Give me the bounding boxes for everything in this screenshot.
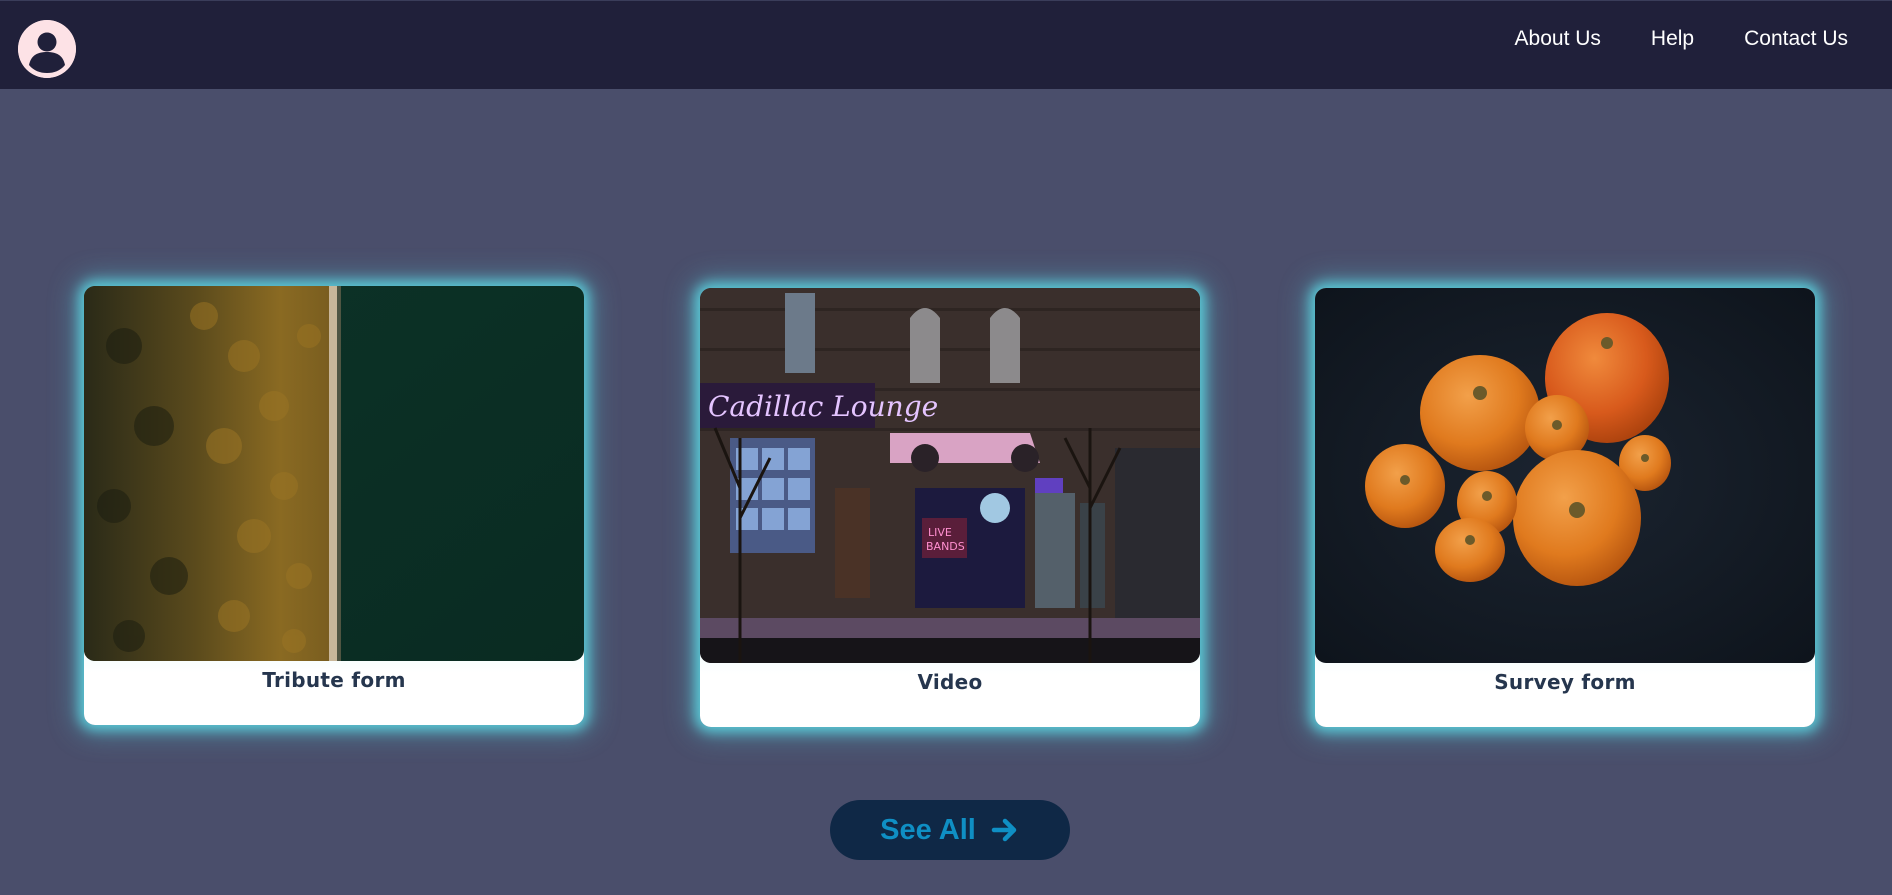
project-card-survey-form[interactable]: Survey form <box>1315 288 1815 727</box>
card-title: Survey form <box>1494 670 1636 694</box>
card-image-pumpkins <box>1315 288 1815 663</box>
arrow-right-icon <box>990 815 1020 845</box>
svg-text:Cadillac Lounge: Cadillac Lounge <box>708 390 938 423</box>
nav-links: About Us Help Contact Us <box>1515 27 1848 51</box>
see-all-label: See All <box>880 813 976 846</box>
top-navbar: About Us Help Contact Us <box>0 0 1892 89</box>
svg-text:LIVE: LIVE <box>928 526 952 539</box>
see-all-button[interactable]: See All <box>830 800 1070 860</box>
card-image-forest-water <box>84 286 584 661</box>
nav-link-help[interactable]: Help <box>1651 27 1694 51</box>
card-title: Tribute form <box>262 668 406 692</box>
project-card-tribute-form[interactable]: Tribute form <box>84 286 584 725</box>
project-card-video[interactable]: Cadillac Lounge LIVE BANDS Video <box>700 288 1200 727</box>
nav-link-contact-us[interactable]: Contact Us <box>1744 27 1848 51</box>
card-title: Video <box>917 670 983 694</box>
user-avatar-icon[interactable] <box>18 20 76 78</box>
card-image-night-street: Cadillac Lounge LIVE BANDS <box>700 288 1200 663</box>
nav-link-about-us[interactable]: About Us <box>1515 27 1601 51</box>
svg-text:BANDS: BANDS <box>926 540 965 553</box>
